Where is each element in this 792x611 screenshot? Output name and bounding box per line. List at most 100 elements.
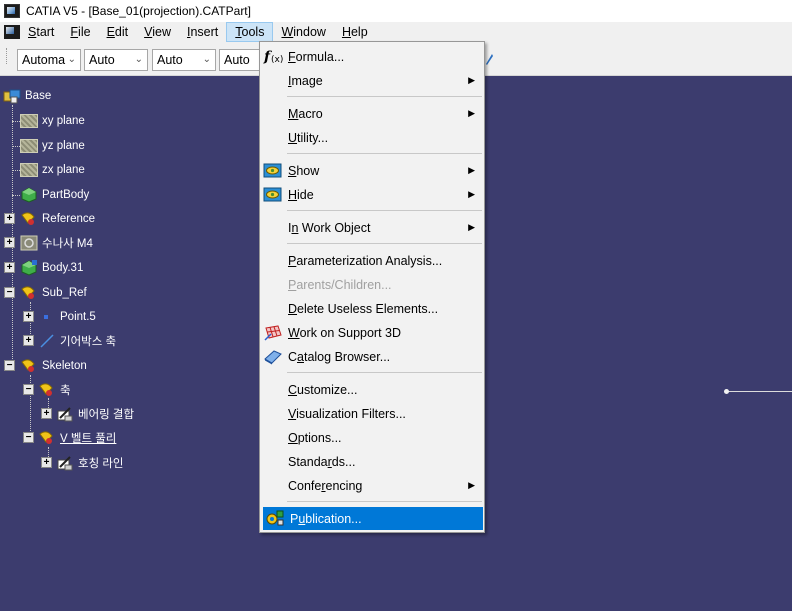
chevron-down-icon: ⌄ (134, 54, 143, 65)
expand-toggle[interactable]: + (41, 457, 52, 468)
toolbar-grip[interactable] (6, 48, 9, 64)
menu-item-utility[interactable]: Utility... (261, 126, 483, 149)
collapse-toggle[interactable]: − (4, 287, 15, 298)
menu-item-show[interactable]: Show ▶ (261, 159, 483, 182)
tree-node-point5[interactable]: Point.5 (38, 308, 96, 326)
combo-4-value: Auto (224, 53, 250, 67)
menu-item-visualization-filters[interactable]: Visualization Filters... (261, 402, 483, 425)
tree-node-base[interactable]: Base (3, 87, 51, 105)
tree-connector (12, 170, 20, 171)
menu-item-work-on-support-3d[interactable]: Work on Support 3D (261, 321, 483, 344)
combo-3[interactable]: Auto ⌄ (152, 49, 216, 71)
geometrical-set-icon (39, 431, 53, 444)
submenu-arrow-icon: ▶ (468, 189, 475, 199)
menu-view[interactable]: View (136, 22, 179, 42)
menu-tools[interactable]: Tools (226, 22, 274, 42)
hide-icon (263, 187, 282, 202)
menu-edit[interactable]: Edit (99, 22, 137, 42)
tree-connector (12, 105, 13, 367)
window-title: CATIA V5 - [Base_01(projection).CATPart] (26, 4, 251, 18)
menu-separator (287, 153, 482, 154)
tree-node-sub-ref[interactable]: Sub_Ref (20, 284, 87, 302)
combo-1-value: Automa (22, 53, 66, 67)
geometrical-set-icon (21, 359, 35, 372)
pencil-icon[interactable] (484, 50, 494, 66)
tree-node-body31[interactable]: Body.31 (20, 259, 83, 277)
tree-node-shaft[interactable]: 축 (38, 381, 71, 399)
submenu-arrow-icon: ▶ (468, 108, 475, 118)
combo-2[interactable]: Auto ⌄ (84, 49, 148, 71)
part-icon (3, 89, 21, 104)
submenu-arrow-icon: ▶ (468, 222, 475, 232)
menu-item-customize[interactable]: Customize... (261, 378, 483, 401)
menu-item-hide[interactable]: Hide ▶ (261, 183, 483, 206)
menu-separator (287, 501, 482, 502)
body-icon (21, 187, 37, 203)
point-icon (44, 315, 48, 319)
chevron-down-icon: ⌄ (202, 54, 211, 65)
svg-text:(x): (x) (271, 55, 283, 65)
tree-node-zx-plane[interactable]: zx plane (20, 161, 85, 179)
expand-toggle[interactable]: + (23, 335, 34, 346)
tree-connector (12, 195, 20, 196)
menu-item-conferencing[interactable]: Conferencing ▶ (261, 474, 483, 497)
line-icon (40, 334, 54, 348)
body-icon (21, 260, 37, 276)
show-icon (263, 163, 282, 178)
geometrical-set-icon (39, 383, 53, 396)
menu-item-options[interactable]: Options... (261, 426, 483, 449)
tree-node-yz-plane[interactable]: yz plane (20, 137, 85, 155)
tree-node-bearing-fit[interactable]: 베어링 결합 (56, 405, 134, 423)
thread-icon (20, 235, 38, 251)
tree-node-reference[interactable]: Reference (20, 210, 95, 228)
geometry-point (724, 389, 729, 394)
tree-connector (12, 146, 20, 147)
menu-separator (287, 243, 482, 244)
menu-item-parameterization-analysis[interactable]: Parameterization Analysis... (261, 249, 483, 272)
tree-connector (12, 121, 20, 122)
combo-4[interactable]: Auto (219, 49, 261, 71)
expand-toggle[interactable]: + (4, 262, 15, 273)
menu-file[interactable]: File (62, 22, 98, 42)
grid-3d-icon (264, 325, 282, 341)
tree-node-skeleton[interactable]: Skeleton (20, 357, 87, 375)
submenu-arrow-icon: ▶ (468, 165, 475, 175)
collapse-toggle[interactable]: − (23, 432, 34, 443)
collapse-toggle[interactable]: − (23, 384, 34, 395)
combo-1[interactable]: Automa ⌄ (17, 49, 81, 71)
menu-item-image[interactable]: Image ▶ (261, 69, 483, 92)
menu-item-formula[interactable]: f (x) Formula... (261, 45, 483, 68)
tree-node-xy-plane[interactable]: xy plane (20, 112, 85, 130)
tree-node-partbody[interactable]: PartBody (20, 186, 89, 204)
menu-item-in-work-object[interactable]: In Work Object ▶ (261, 216, 483, 239)
expand-toggle[interactable]: + (4, 237, 15, 248)
tree-node-v-belt-pulley[interactable]: V 벨트 풀리 (38, 429, 116, 447)
title-bar: CATIA V5 - [Base_01(projection).CATPart] (0, 0, 792, 22)
menu-item-catalog-browser[interactable]: Catalog Browser... (261, 345, 483, 368)
menu-separator (287, 210, 482, 211)
tree-node-thread-m4[interactable]: 수나사 M4 (20, 234, 93, 252)
expand-toggle[interactable]: + (41, 408, 52, 419)
collapse-toggle[interactable]: − (4, 360, 15, 371)
combo-3-value: Auto (157, 53, 183, 67)
catalog-book-icon (264, 350, 282, 365)
menu-help[interactable]: Help (334, 22, 376, 42)
menu-item-delete-useless-elements[interactable]: Delete Useless Elements... (261, 297, 483, 320)
sketch-icon (57, 456, 73, 471)
plane-icon (20, 114, 38, 128)
combo-2-value: Auto (89, 53, 115, 67)
menu-item-standards[interactable]: Standards... (261, 450, 483, 473)
submenu-arrow-icon: ▶ (468, 75, 475, 85)
menu-insert[interactable]: Insert (179, 22, 226, 42)
menu-start[interactable]: Start (26, 22, 62, 42)
tree-node-gearbox-axis[interactable]: 기어박스 축 (38, 332, 116, 350)
expand-toggle[interactable]: + (4, 213, 15, 224)
menu-separator (287, 96, 482, 97)
menu-item-macro[interactable]: Macro ▶ (261, 102, 483, 125)
menu-window[interactable]: Window (273, 22, 333, 42)
start-menu-icon (4, 25, 20, 39)
plane-icon (20, 163, 38, 177)
tree-node-nominal-line[interactable]: 호칭 라인 (56, 454, 124, 472)
expand-toggle[interactable]: + (23, 311, 34, 322)
menu-item-publication[interactable]: Publication... (263, 507, 483, 530)
